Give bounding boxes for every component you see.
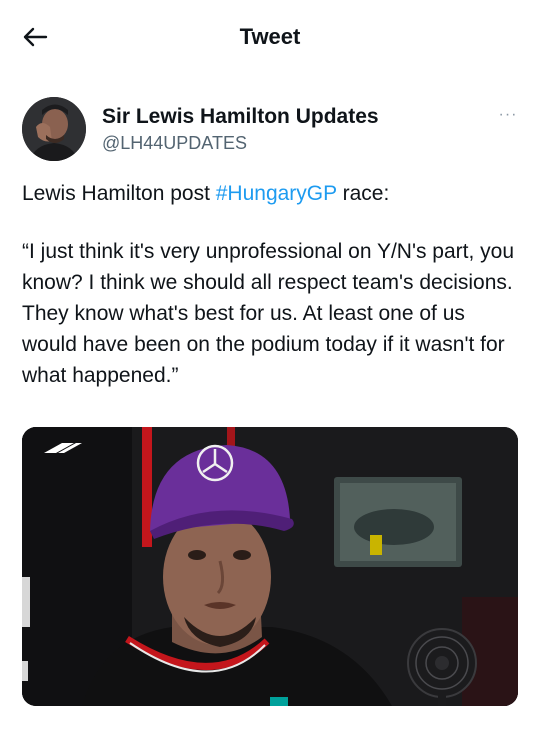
- page-title: Tweet: [239, 24, 301, 49]
- avatar-image: [22, 97, 86, 161]
- author-display-name[interactable]: Sir Lewis Hamilton Updates: [102, 105, 379, 129]
- more-options-button[interactable]: ···: [496, 107, 520, 123]
- top-bar: Tweet: [0, 0, 540, 76]
- tweet-intro-line: Lewis Hamilton post #HungaryGP race:: [22, 178, 522, 209]
- tweet-body: Lewis Hamilton post #HungaryGP race: “I …: [22, 178, 522, 391]
- more-horizontal-icon: ···: [498, 106, 518, 123]
- tweet-quote: “I just think it's very unprofessional o…: [22, 240, 515, 387]
- hashtag-link[interactable]: #HungaryGP: [216, 182, 337, 205]
- hamilton-interview-photo: [22, 427, 518, 706]
- tweet-intro-suffix: race:: [336, 182, 390, 205]
- author-handle[interactable]: @LH44UPDATES: [102, 133, 247, 154]
- tweet-media-image[interactable]: [22, 427, 518, 706]
- avatar[interactable]: [22, 97, 86, 161]
- tweet-intro-prefix: Lewis Hamilton post: [22, 182, 216, 205]
- tweet-author-header: Sir Lewis Hamilton Updates @LH44UPDATES …: [22, 97, 522, 163]
